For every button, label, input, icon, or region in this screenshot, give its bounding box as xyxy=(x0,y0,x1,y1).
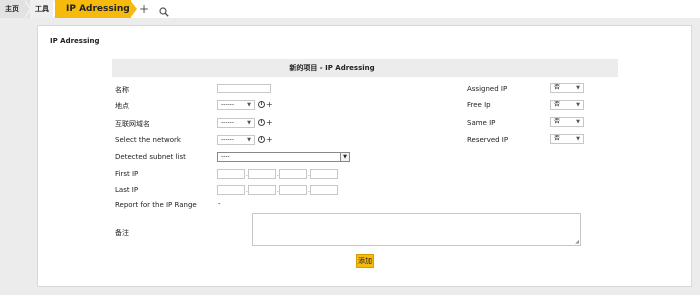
assigned-ip-label: Assigned IP xyxy=(467,85,508,93)
main-panel: IP Adressing 新的项目 - IP Adressing 名称 地点 -… xyxy=(37,25,692,287)
first-ip-octet-1[interactable] xyxy=(217,169,245,179)
first-ip-octet-3[interactable] xyxy=(279,169,307,179)
add-icon[interactable]: + xyxy=(266,118,273,127)
add-icon[interactable]: + xyxy=(266,100,273,109)
info-icon[interactable]: i xyxy=(258,136,265,143)
chevron-down-icon: ▼ xyxy=(247,137,251,143)
location-select[interactable]: ------ ▼ xyxy=(217,100,255,110)
assigned-ip-select-value: 否 xyxy=(554,84,561,91)
assigned-ip-select[interactable]: 否 ▼ xyxy=(550,83,584,93)
first-ip-octet-4[interactable] xyxy=(310,169,338,179)
location-select-value: ------ xyxy=(221,101,234,108)
add-icon[interactable]: + xyxy=(266,135,273,144)
free-ip-select[interactable]: 否 ▼ xyxy=(550,100,584,110)
internet-domain-select[interactable]: ------ ▼ xyxy=(217,118,255,128)
free-ip-label: Free Ip xyxy=(467,101,491,109)
plus-icon[interactable]: + xyxy=(139,0,149,18)
same-ip-select[interactable]: 否 ▼ xyxy=(550,117,584,127)
breadcrumb-current: IP Adressing xyxy=(55,0,131,18)
comment-label: 备注 xyxy=(115,229,129,237)
name-input[interactable] xyxy=(217,84,271,93)
add-button[interactable]: 添加 xyxy=(356,254,374,268)
info-icon[interactable]: i xyxy=(258,119,265,126)
internet-domain-label: 互联网域名 xyxy=(115,120,150,128)
chevron-down-icon: ▼ xyxy=(576,119,580,125)
subnet-select[interactable]: ---- ▼ xyxy=(217,152,350,162)
form-header-title: 新的项目 - IP Adressing xyxy=(289,64,375,72)
reserved-ip-select-value: 否 xyxy=(554,135,561,142)
internet-domain-select-value: ------ xyxy=(221,119,234,126)
chevron-down-icon: ▼ xyxy=(576,102,580,108)
subnet-label: Detected subnet list xyxy=(115,153,186,161)
comment-textarea[interactable]: ◢ xyxy=(252,213,581,246)
last-ip-octet-3[interactable] xyxy=(279,185,307,195)
name-label: 名称 xyxy=(115,86,129,94)
chevron-down-icon: ▼ xyxy=(340,153,349,161)
same-ip-label: Same IP xyxy=(467,119,496,127)
reserved-ip-label: Reserved IP xyxy=(467,136,509,144)
chevron-down-icon: ▼ xyxy=(576,136,580,142)
first-ip-octet-2[interactable] xyxy=(248,169,276,179)
report-label: Report for the IP Range xyxy=(115,201,197,209)
last-ip-octet-4[interactable] xyxy=(310,185,338,195)
last-ip-octet-1[interactable] xyxy=(217,185,245,195)
network-label: Select the network xyxy=(115,136,181,144)
network-select-value: ------ xyxy=(221,136,234,143)
location-label: 地点 xyxy=(115,102,129,110)
same-ip-select-value: 否 xyxy=(554,118,561,125)
subnet-select-value: ---- xyxy=(221,153,230,160)
first-ip-label: First IP xyxy=(115,170,139,178)
resize-grip-icon[interactable]: ◢ xyxy=(575,239,579,245)
breadcrumb-separator xyxy=(130,0,137,18)
report-value: - xyxy=(218,200,221,208)
chevron-down-icon: ▼ xyxy=(576,85,580,91)
breadcrumb-bar: 主页 工具 IP Adressing + xyxy=(0,0,700,18)
last-ip-label: Last IP xyxy=(115,186,139,194)
chevron-down-icon: ▼ xyxy=(247,102,251,108)
last-ip-octet-2[interactable] xyxy=(248,185,276,195)
reserved-ip-select[interactable]: 否 ▼ xyxy=(550,134,584,144)
form-header: 新的项目 - IP Adressing xyxy=(112,59,618,77)
free-ip-select-value: 否 xyxy=(554,101,561,108)
panel-title: IP Adressing xyxy=(50,37,100,45)
search-icon[interactable] xyxy=(159,4,169,17)
chevron-down-icon: ▼ xyxy=(247,120,251,126)
network-select[interactable]: ------ ▼ xyxy=(217,135,255,145)
info-icon[interactable]: i xyxy=(258,101,265,108)
